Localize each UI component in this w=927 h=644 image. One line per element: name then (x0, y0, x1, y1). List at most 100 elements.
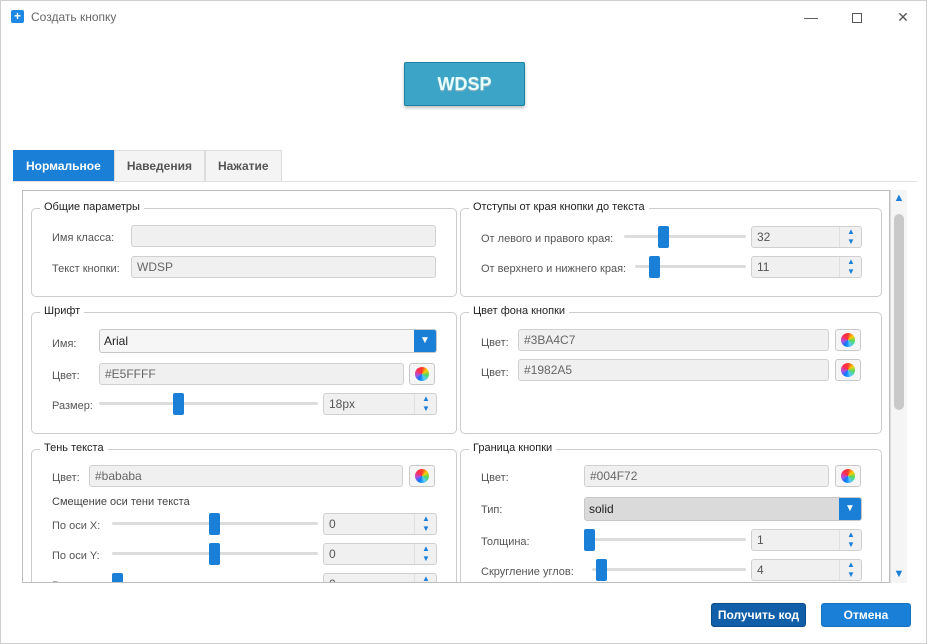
border-type-select[interactable]: solid ▼ (584, 497, 862, 521)
settings-panel: Общие параметры Имя класса: Текст кнопки… (22, 190, 890, 583)
padding-lr-spinner[interactable]: 32 ▲ ▼ (751, 226, 862, 248)
slider-thumb[interactable] (596, 559, 607, 581)
font-size-label: Размер: (52, 400, 93, 412)
font-name-select[interactable]: Arial ▼ (99, 329, 437, 353)
bg-color2-picker-button[interactable] (835, 359, 861, 381)
group-font: Шрифт Имя: Arial ▼ Цвет: #E5FFFF Размер:… (31, 305, 457, 434)
group-general-title: Общие параметры (40, 201, 144, 213)
font-color-label: Цвет: (52, 370, 80, 382)
font-color-input[interactable]: #E5FFFF (99, 363, 404, 385)
slider-thumb[interactable] (173, 393, 184, 415)
tab-pressed[interactable]: Нажатие (204, 150, 282, 181)
spinner-up-icon[interactable]: ▲ (415, 544, 437, 554)
spinner-up-icon[interactable]: ▲ (840, 530, 862, 540)
button-text-input[interactable]: WDSP (131, 256, 436, 278)
color-wheel-icon (415, 469, 429, 483)
tab-hover[interactable]: Наведения (113, 150, 205, 181)
border-color-picker-button[interactable] (835, 465, 861, 487)
state-tabs: Нормальное Наведения Нажатие (13, 150, 282, 181)
scroll-down-icon[interactable]: ▼ (891, 566, 907, 583)
group-background: Цвет фона кнопки Цвет: #3BA4C7 Цвет: #19… (460, 305, 882, 434)
slider-thumb[interactable] (649, 256, 660, 278)
font-size-slider[interactable] (99, 393, 318, 415)
tab-normal[interactable]: Нормальное (13, 150, 114, 181)
spinner-arrows: ▲ ▼ (839, 530, 861, 550)
color-wheel-icon (841, 363, 855, 377)
class-name-input[interactable] (131, 225, 436, 247)
group-background-title: Цвет фона кнопки (469, 305, 570, 317)
slider-thumb[interactable] (112, 573, 123, 582)
scroll-up-icon[interactable]: ▲ (891, 190, 907, 207)
shadow-x-slider[interactable] (112, 513, 318, 535)
font-color-picker-button[interactable] (409, 363, 435, 385)
bg-color2-input[interactable]: #1982A5 (518, 359, 829, 381)
settings-scrollbar[interactable]: ▲ ▼ (890, 190, 907, 583)
slider-thumb[interactable] (584, 529, 595, 551)
spinner-down-icon[interactable]: ▼ (840, 267, 862, 277)
spinner-up-icon[interactable]: ▲ (415, 394, 437, 404)
spinner-up-icon[interactable]: ▲ (840, 227, 862, 237)
spinner-arrows: ▲ ▼ (414, 544, 436, 564)
get-code-button[interactable]: Получить код (711, 603, 806, 627)
padding-lr-slider[interactable] (624, 226, 746, 248)
border-radius-spinner[interactable]: 4 ▲ ▼ (751, 559, 862, 581)
bg-color1-input[interactable]: #3BA4C7 (518, 329, 829, 351)
bg-color1-picker-button[interactable] (835, 329, 861, 351)
padding-tb-spinner[interactable]: 11 ▲ ▼ (751, 256, 862, 278)
spinner-arrows: ▲ ▼ (414, 514, 436, 534)
spinner-arrows: ▲ ▼ (839, 257, 861, 277)
spinner-down-icon[interactable]: ▼ (840, 570, 862, 580)
border-radius-slider[interactable] (592, 559, 746, 581)
app-plus-icon: + (11, 10, 24, 23)
spinner-down-icon[interactable]: ▼ (840, 540, 862, 550)
shadow-x-label: По оси X: (52, 520, 101, 532)
shadow-y-spinner[interactable]: 0 ▲ ▼ (323, 543, 437, 565)
spinner-arrows: ▲ ▼ (839, 227, 861, 247)
border-type-label: Тип: (481, 504, 503, 516)
shadow-color-input[interactable]: #bababa (89, 465, 403, 487)
group-border: Граница кнопки Цвет: #004F72 Тип: solid … (460, 442, 882, 582)
slider-thumb[interactable] (209, 513, 220, 535)
spinner-down-icon[interactable]: ▼ (415, 524, 437, 534)
shadow-x-value: 0 (329, 517, 336, 531)
spinner-up-icon[interactable]: ▲ (840, 560, 862, 570)
border-width-slider[interactable] (584, 529, 746, 551)
border-width-spinner[interactable]: 1 ▲ ▼ (751, 529, 862, 551)
spinner-down-icon[interactable]: ▼ (415, 554, 437, 564)
shadow-y-slider[interactable] (112, 543, 318, 565)
shadow-blur-label: Р (52, 580, 59, 582)
shadow-color-picker-button[interactable] (409, 465, 435, 487)
spinner-up-icon[interactable]: ▲ (840, 257, 862, 267)
spinner-up-icon[interactable]: ▲ (415, 514, 437, 524)
border-radius-value: 4 (757, 563, 764, 577)
font-size-spinner[interactable]: 18px ▲ ▼ (323, 393, 437, 415)
slider-track (624, 235, 746, 238)
padding-tb-slider[interactable] (635, 256, 746, 278)
border-color-input[interactable]: #004F72 (584, 465, 829, 487)
maximize-button[interactable] (834, 5, 880, 29)
spinner-down-icon[interactable]: ▼ (840, 237, 862, 247)
spinner-up-icon[interactable]: ▲ (415, 574, 437, 582)
group-padding: Отступы от края кнопки до текста От лево… (460, 201, 882, 297)
spinner-arrows: ▲ ▼ (414, 394, 436, 414)
group-border-title: Граница кнопки (469, 442, 557, 454)
tab-divider (13, 181, 917, 182)
border-color-label: Цвет: (481, 472, 509, 484)
spinner-arrows: ▲ ▼ (414, 574, 437, 582)
slider-thumb[interactable] (209, 543, 220, 565)
minimize-button[interactable]: — (788, 5, 834, 29)
shadow-blur-spinner[interactable]: 0 ▲ ▼ (323, 573, 437, 582)
spinner-down-icon[interactable]: ▼ (415, 404, 437, 414)
scrollbar-thumb[interactable] (894, 214, 904, 410)
shadow-x-spinner[interactable]: 0 ▲ ▼ (323, 513, 437, 535)
button-preview: WDSP (404, 62, 525, 106)
color-wheel-icon (841, 469, 855, 483)
close-button[interactable]: ✕ (880, 5, 926, 29)
shadow-blur-slider[interactable] (112, 573, 318, 582)
cancel-button[interactable]: Отмена (821, 603, 911, 627)
font-name-label: Имя: (52, 338, 77, 350)
slider-track (592, 568, 746, 571)
shadow-offset-title: Смещение оси тени текста (52, 496, 190, 508)
button-text-label: Текст кнопки: (52, 263, 120, 275)
slider-thumb[interactable] (658, 226, 669, 248)
